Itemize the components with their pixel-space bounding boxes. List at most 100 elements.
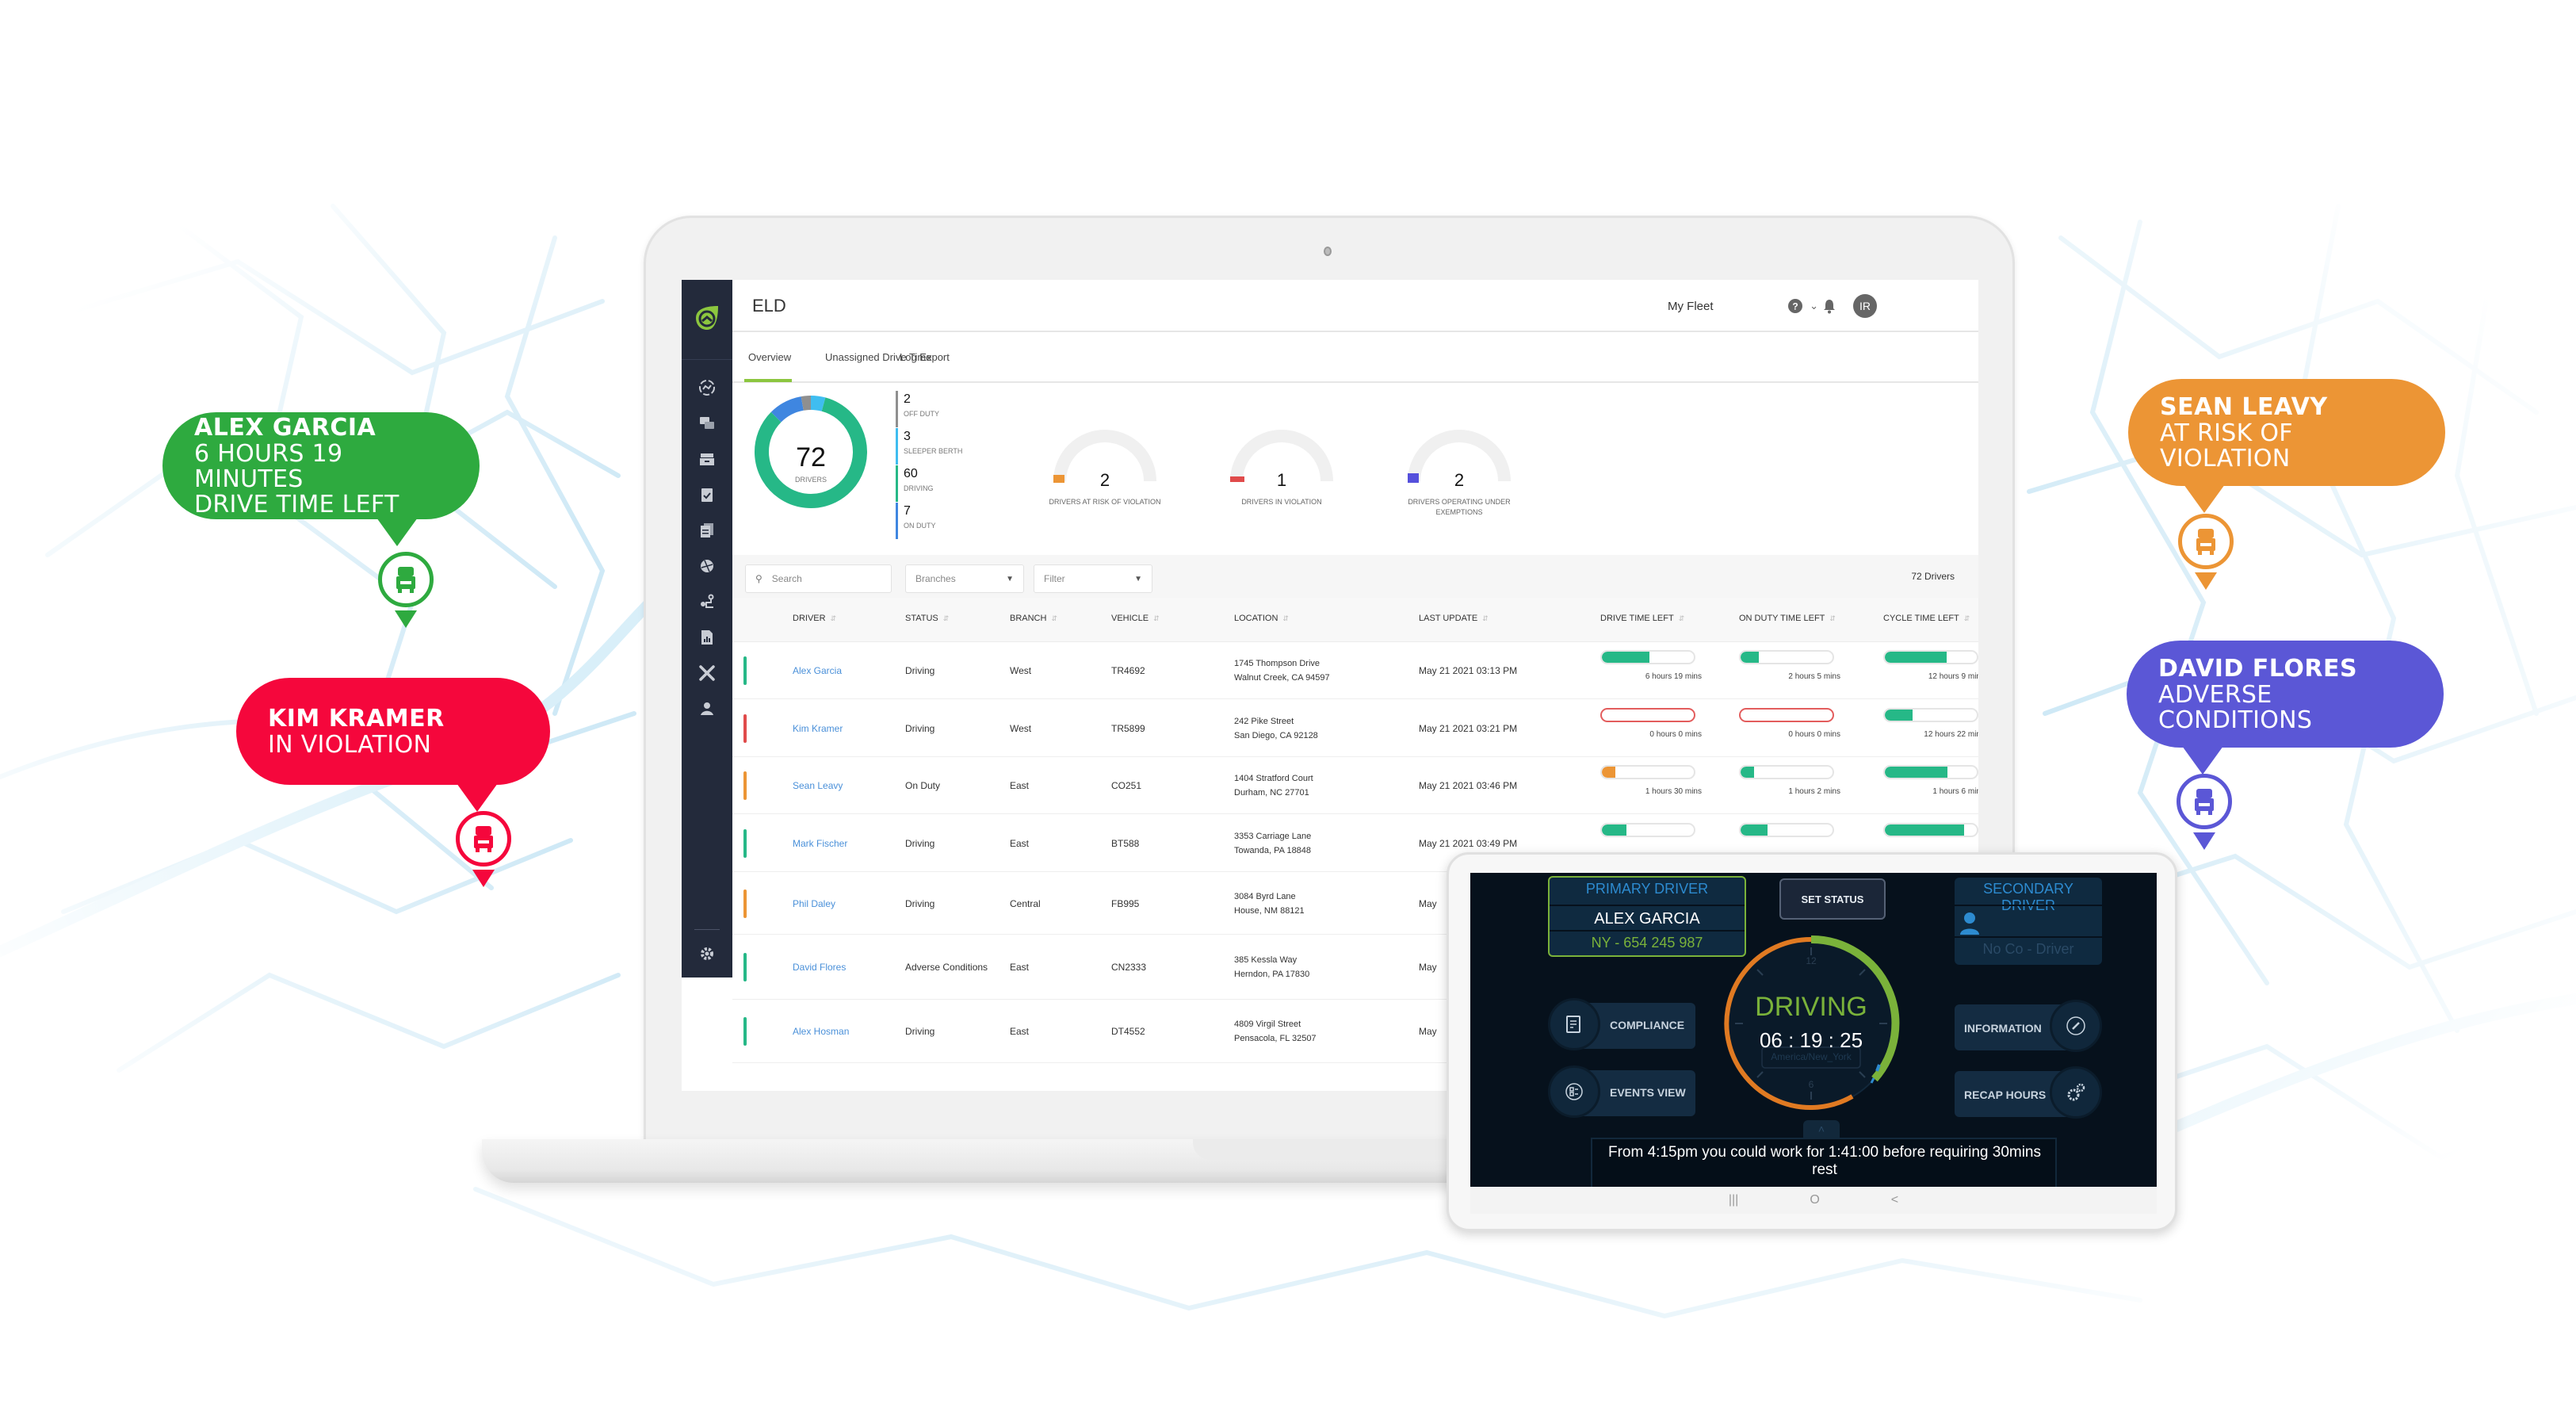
- column-branch[interactable]: BRANCH ⇵: [1010, 614, 1057, 623]
- reports-icon[interactable]: [696, 626, 718, 648]
- compliance-button[interactable]: COMPLIANCE: [1548, 998, 1695, 1054]
- legend-count: 7: [904, 504, 911, 518]
- progress-fill: [1602, 767, 1616, 778]
- location-line-2: Walnut Creek, CA 94597: [1234, 673, 1330, 683]
- back-button[interactable]: <: [1891, 1193, 1898, 1207]
- status-cell: Adverse Conditions: [905, 962, 988, 973]
- inbox-icon[interactable]: [696, 448, 718, 470]
- status-indicator: [743, 771, 747, 800]
- gauge-at-risk: 2 DRIVERS AT RISK OF VIOLATION: [1038, 429, 1172, 508]
- search-placeholder: Search: [771, 573, 802, 584]
- last-update-cell: May 21 2021 03:49 PM: [1419, 837, 1518, 849]
- legend-color-bar: [896, 503, 898, 539]
- callout-name: SEAN LEAVY: [2160, 392, 2328, 421]
- dashboard-icon[interactable]: [696, 377, 718, 399]
- duty-time-progress-bar: [1739, 822, 1834, 837]
- secondary-driver-card[interactable]: SECONDARY DRIVER No Co - Driver: [1955, 878, 2102, 965]
- column-vehicle[interactable]: VEHICLE ⇵: [1111, 614, 1160, 623]
- sort-icon: ⇵: [1282, 614, 1289, 622]
- table-row[interactable]: Sean Leavy On Duty East CO251 1404 Strat…: [732, 757, 1978, 814]
- messages-icon[interactable]: [696, 412, 718, 434]
- location-line-1: 242 Pike Street: [1234, 716, 1294, 726]
- tab-overview[interactable]: Overview: [748, 351, 791, 363]
- column-cycle-time-left[interactable]: CYCLE TIME LEFT ⇵: [1883, 614, 1970, 623]
- notifications-bell-icon[interactable]: [1821, 297, 1838, 315]
- gears-icon: [2050, 1066, 2102, 1119]
- help-icon[interactable]: ?: [1787, 297, 1804, 315]
- vehicle-cell: TR5899: [1111, 722, 1145, 734]
- last-update-cell: May: [1419, 897, 1437, 909]
- last-update-cell: May 21 2021 03:46 PM: [1419, 780, 1518, 791]
- tab-log-export[interactable]: Log Export: [900, 351, 950, 363]
- recap-hours-button[interactable]: RECAP HOURS: [1955, 1066, 2102, 1122]
- progress-fill: [1602, 652, 1650, 663]
- information-button[interactable]: INFORMATION: [1955, 1000, 2102, 1055]
- set-status-button[interactable]: SET STATUS: [1779, 878, 1886, 920]
- location-line-2: House, NM 88121: [1234, 905, 1305, 916]
- sidebar-divider: [694, 929, 720, 930]
- legend-color-bar: [896, 465, 898, 502]
- driver-name-link[interactable]: Kim Kramer: [793, 723, 843, 734]
- progress-fill: [1741, 652, 1760, 663]
- driver-name-link[interactable]: Alex Garcia: [793, 665, 842, 676]
- table-row[interactable]: Kim Kramer Driving West TR5899 242 Pike …: [732, 699, 1978, 757]
- sort-icon: ⇵: [1482, 614, 1489, 622]
- driver-name-link[interactable]: David Flores: [793, 962, 846, 973]
- recent-apps-button[interactable]: |||: [1729, 1193, 1738, 1207]
- app-logo-icon[interactable]: [693, 304, 721, 332]
- progress-fill: [1885, 824, 1964, 836]
- table-header: DRIVER ⇵ STATUS ⇵ BRANCH ⇵ VEHICLE ⇵ LOCATIO…: [732, 598, 1978, 642]
- location-line-2: San Diego, CA 92128: [1234, 730, 1318, 740]
- user-icon[interactable]: [696, 698, 718, 720]
- documents-icon[interactable]: [696, 519, 718, 541]
- column-drive-time-left[interactable]: DRIVE TIME LEFT ⇵: [1600, 614, 1684, 623]
- search-input[interactable]: ⚲ Search: [745, 564, 892, 593]
- user-avatar[interactable]: IR: [1853, 294, 1877, 318]
- truck-pin-icon: [378, 552, 434, 607]
- cycle-time-progress-bar: [1883, 765, 1978, 779]
- progress-fill: [1885, 709, 1913, 721]
- last-update-cell: May 21 2021 03:13 PM: [1419, 665, 1518, 676]
- vehicle-cell: TR4692: [1111, 665, 1145, 676]
- expand-panel-button[interactable]: ˄: [1803, 1120, 1840, 1138]
- callout-line: AT RISK OF VIOLATION: [2160, 419, 2293, 472]
- home-button[interactable]: O: [1810, 1193, 1819, 1207]
- driver-name-link[interactable]: Phil Daley: [793, 898, 835, 909]
- route-icon[interactable]: [696, 591, 718, 613]
- status-indicator: [743, 828, 747, 858]
- location-line-1: 1404 Stratford Court: [1234, 774, 1313, 783]
- tools-icon[interactable]: [696, 662, 718, 684]
- secondary-driver-name: No Co - Driver: [1982, 941, 2074, 957]
- donut-segment-on-duty: [770, 396, 805, 423]
- table-row[interactable]: Alex Garcia Driving West TR4692 1745 Tho…: [732, 642, 1978, 699]
- driver-name-link[interactable]: Alex Hosman: [793, 1026, 849, 1037]
- drive-time-progress-bar: [1600, 650, 1695, 664]
- location-line-2: Pensacola, FL 32507: [1234, 1034, 1317, 1043]
- filter-select[interactable]: Filter ▼: [1034, 564, 1152, 593]
- location-line-2: Towanda, PA 18848: [1234, 845, 1312, 855]
- pin-tail: [472, 870, 495, 887]
- driver-name-link[interactable]: Sean Leavy: [793, 780, 843, 791]
- sort-icon: ⇵: [1963, 614, 1970, 622]
- column-on-duty-time-left[interactable]: ON DUTY TIME LEFT ⇵: [1739, 614, 1836, 623]
- column-last-update[interactable]: LAST UPDATE ⇵: [1419, 614, 1489, 623]
- callout-line: 6 HOURS 19 MINUTES: [194, 439, 343, 493]
- column-location[interactable]: LOCATION ⇵: [1234, 614, 1289, 623]
- events-view-button[interactable]: EVENTS VIEW: [1548, 1065, 1695, 1121]
- total-drivers-count: 72: [796, 442, 826, 472]
- fleet-select-value: My Fleet: [1668, 299, 1714, 313]
- primary-driver-title: PRIMARY DRIVER: [1585, 881, 1709, 897]
- column-status[interactable]: STATUS ⇵: [905, 614, 949, 623]
- column-driver[interactable]: DRIVER ⇵: [793, 614, 836, 623]
- tablet-screen: PRIMARY DRIVER ALEX GARCIA NY - 654 245 …: [1470, 873, 2157, 1187]
- tab-bar: Overview Unassigned Drive Time Log Expor…: [732, 332, 1978, 383]
- branch-cell: Central: [1010, 897, 1041, 909]
- truck-pin-icon: [2178, 514, 2234, 569]
- branches-select[interactable]: Branches ▼: [905, 564, 1024, 593]
- globe-icon[interactable]: [696, 555, 718, 577]
- driver-name-link[interactable]: Mark Fischer: [793, 838, 847, 849]
- person-icon: [1960, 912, 1979, 935]
- settings-gear-icon[interactable]: [696, 943, 718, 965]
- checklist-icon[interactable]: [696, 484, 718, 506]
- dropdown-arrow-icon: ▼: [1006, 574, 1014, 583]
